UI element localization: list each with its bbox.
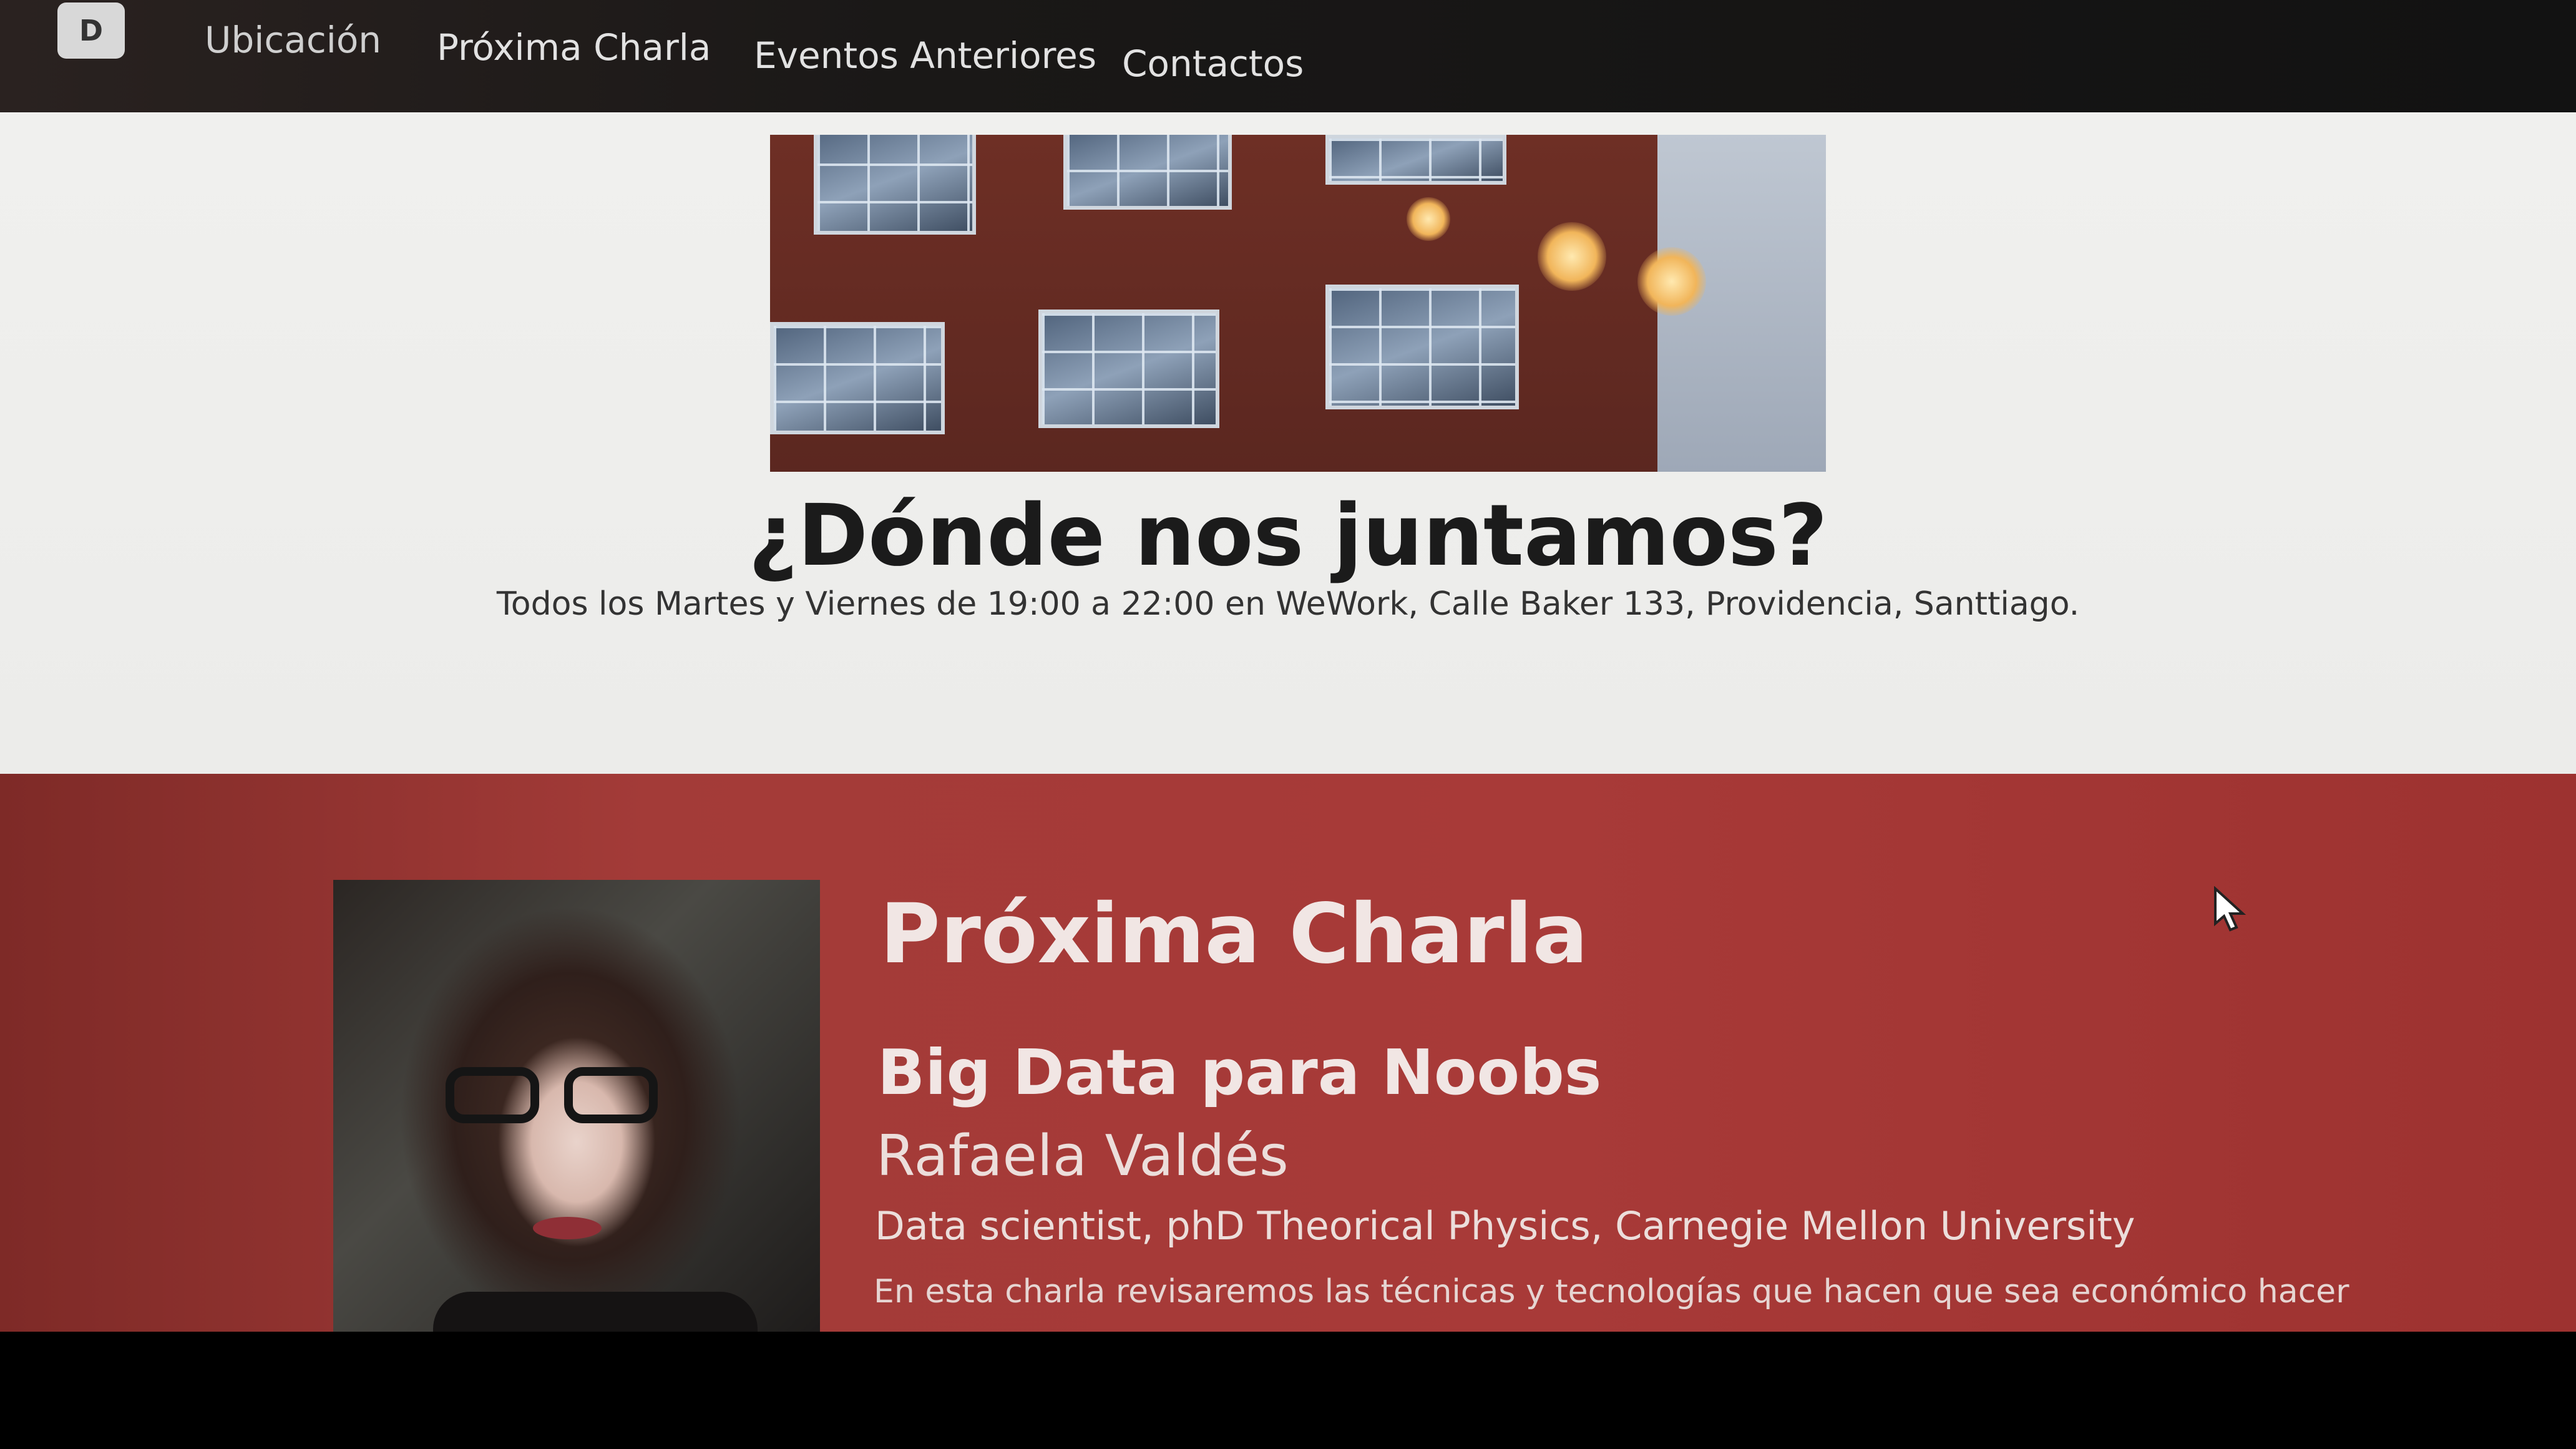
building-window (1038, 310, 1219, 428)
talk-title: Big Data para Noobs (877, 1036, 1602, 1109)
talk-description: En esta charla revisaremos las técnicas … (874, 1273, 2349, 1310)
nav-item-ubicacion[interactable]: Ubicación (205, 19, 381, 61)
nav-item-proxima-charla[interactable]: Próxima Charla (437, 26, 711, 69)
mouse-cursor-icon (2214, 886, 2247, 932)
glasses (446, 1067, 670, 1123)
speaker-photo (333, 880, 820, 1332)
building-photo (770, 135, 1826, 472)
top-navbar: D Ubicación Próxima Charla Eventos Anter… (0, 0, 2576, 119)
building-window (814, 135, 976, 235)
location-subtitle: Todos los Martes y Viernes de 19:00 a 22… (496, 585, 2080, 623)
next-talk-heading: Próxima Charla (880, 886, 1588, 982)
nav-item-eventos-anteriores[interactable]: Eventos Anteriores (754, 34, 1096, 77)
location-section: ¿Dónde nos juntamos? Todos los Martes y … (0, 112, 2576, 774)
lamp-light (1407, 197, 1450, 241)
lips (533, 1217, 602, 1239)
lamp-light (1538, 222, 1606, 291)
building-window (770, 322, 945, 434)
logo-text: D (79, 14, 104, 47)
next-talk-section: Próxima Charla Big Data para Noobs Rafae… (0, 774, 2576, 1332)
nav-item-contactos[interactable]: Contactos (1122, 42, 1304, 85)
building-window (1063, 135, 1232, 210)
web-page: D Ubicación Próxima Charla Eventos Anter… (0, 0, 2576, 1332)
shirt (433, 1292, 758, 1332)
lamp-light (1637, 247, 1706, 316)
building-window (1325, 135, 1506, 185)
location-title: ¿Dónde nos juntamos? (748, 487, 1828, 585)
speaker-role: Data scientist, phD Theorical Physics, C… (875, 1203, 2135, 1249)
speaker-name: Rafaela Valdés (876, 1123, 1289, 1189)
building-window (1325, 285, 1519, 409)
site-logo[interactable]: D (57, 2, 125, 59)
